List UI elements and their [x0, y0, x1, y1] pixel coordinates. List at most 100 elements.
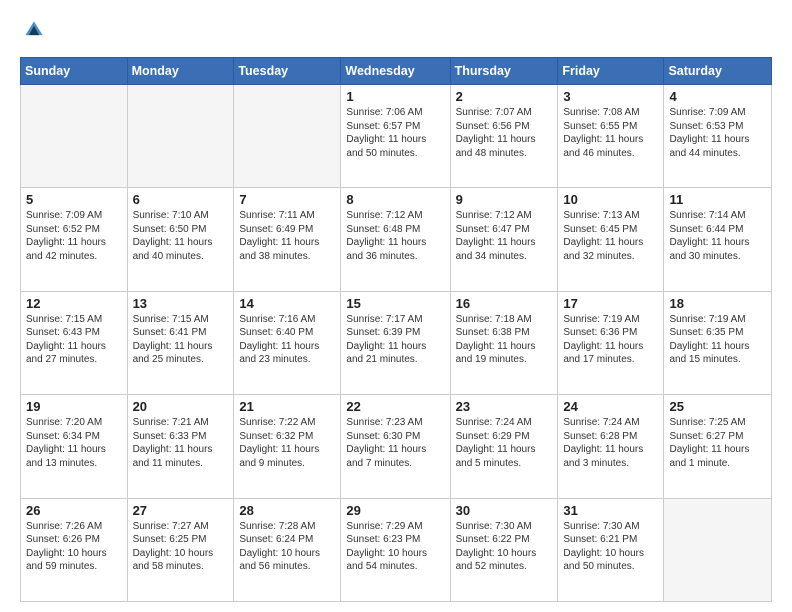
- day-number: 3: [563, 89, 658, 104]
- day-number: 22: [346, 399, 444, 414]
- day-info: Sunrise: 7:16 AM Sunset: 6:40 PM Dayligh…: [239, 313, 335, 367]
- day-info: Sunrise: 7:12 AM Sunset: 6:47 PM Dayligh…: [456, 209, 553, 263]
- day-number: 16: [456, 296, 553, 311]
- day-cell: 23 Sunrise: 7:24 AM Sunset: 6:29 PM Dayli…: [450, 395, 558, 498]
- logo-icon: [22, 18, 46, 42]
- weekday-thursday: Thursday: [450, 58, 558, 85]
- day-number: 20: [133, 399, 229, 414]
- day-info: Sunrise: 7:13 AM Sunset: 6:45 PM Dayligh…: [563, 209, 658, 263]
- day-info: Sunrise: 7:28 AM Sunset: 6:24 PM Dayligh…: [239, 520, 335, 574]
- day-info: Sunrise: 7:09 AM Sunset: 6:53 PM Dayligh…: [669, 106, 766, 160]
- weekday-header-row: SundayMondayTuesdayWednesdayThursdayFrid…: [21, 58, 772, 85]
- day-number: 18: [669, 296, 766, 311]
- day-cell: [127, 85, 234, 188]
- day-info: Sunrise: 7:19 AM Sunset: 6:35 PM Dayligh…: [669, 313, 766, 367]
- day-cell: 22 Sunrise: 7:23 AM Sunset: 6:30 PM Dayli…: [341, 395, 450, 498]
- week-row-3: 19 Sunrise: 7:20 AM Sunset: 6:34 PM Dayli…: [21, 395, 772, 498]
- day-cell: 29Sunrise: 7:29 AM Sunset: 6:23 PM Dayli…: [341, 498, 450, 601]
- day-cell: 7Sunrise: 7:11 AM Sunset: 6:49 PM Daylig…: [234, 188, 341, 291]
- day-number: 13: [133, 296, 229, 311]
- day-info: Sunrise: 7:22 AM Sunset: 6:32 PM Dayligh…: [239, 416, 335, 470]
- day-number: 7: [239, 192, 335, 207]
- day-number: 21: [239, 399, 335, 414]
- day-number: 4: [669, 89, 766, 104]
- day-info: Sunrise: 7:14 AM Sunset: 6:44 PM Dayligh…: [669, 209, 766, 263]
- day-cell: 11 Sunrise: 7:14 AM Sunset: 6:44 PM Dayli…: [664, 188, 772, 291]
- day-cell: 28 Sunrise: 7:28 AM Sunset: 6:24 PM Dayli…: [234, 498, 341, 601]
- day-cell: 6 Sunrise: 7:10 AM Sunset: 6:50 PM Daylig…: [127, 188, 234, 291]
- day-info: Sunrise: 7:20 AM Sunset: 6:34 PM Dayligh…: [26, 416, 122, 470]
- day-cell: 27Sunrise: 7:27 AM Sunset: 6:25 PM Dayli…: [127, 498, 234, 601]
- day-number: 12: [26, 296, 122, 311]
- day-info: Sunrise: 7:23 AM Sunset: 6:30 PM Dayligh…: [346, 416, 444, 470]
- day-number: 17: [563, 296, 658, 311]
- weekday-tuesday: Tuesday: [234, 58, 341, 85]
- day-cell: 3 Sunrise: 7:08 AM Sunset: 6:55 PM Daylig…: [558, 85, 664, 188]
- page: SundayMondayTuesdayWednesdayThursdayFrid…: [0, 0, 792, 612]
- day-info: Sunrise: 7:24 AM Sunset: 6:29 PM Dayligh…: [456, 416, 553, 470]
- weekday-monday: Monday: [127, 58, 234, 85]
- day-number: 1: [346, 89, 444, 104]
- day-number: 9: [456, 192, 553, 207]
- day-number: 26: [26, 503, 122, 518]
- day-number: 19: [26, 399, 122, 414]
- day-cell: 30Sunrise: 7:30 AM Sunset: 6:22 PM Dayli…: [450, 498, 558, 601]
- day-number: 10: [563, 192, 658, 207]
- day-cell: 20 Sunrise: 7:21 AM Sunset: 6:33 PM Dayli…: [127, 395, 234, 498]
- day-number: 14: [239, 296, 335, 311]
- day-info: Sunrise: 7:07 AM Sunset: 6:56 PM Dayligh…: [456, 106, 553, 160]
- day-cell: 5Sunrise: 7:09 AM Sunset: 6:52 PM Daylig…: [21, 188, 128, 291]
- week-row-0: 1 Sunrise: 7:06 AM Sunset: 6:57 PM Daylig…: [21, 85, 772, 188]
- day-info: Sunrise: 7:21 AM Sunset: 6:33 PM Dayligh…: [133, 416, 229, 470]
- day-cell: 15 Sunrise: 7:17 AM Sunset: 6:39 PM Dayli…: [341, 291, 450, 394]
- header: [20, 18, 772, 47]
- day-number: 25: [669, 399, 766, 414]
- weekday-saturday: Saturday: [664, 58, 772, 85]
- day-cell: 25 Sunrise: 7:25 AM Sunset: 6:27 PM Dayli…: [664, 395, 772, 498]
- day-number: 23: [456, 399, 553, 414]
- day-number: 31: [563, 503, 658, 518]
- day-cell: 19 Sunrise: 7:20 AM Sunset: 6:34 PM Dayli…: [21, 395, 128, 498]
- day-cell: 10 Sunrise: 7:13 AM Sunset: 6:45 PM Dayli…: [558, 188, 664, 291]
- day-info: Sunrise: 7:29 AM Sunset: 6:23 PM Dayligh…: [346, 520, 444, 574]
- day-number: 27: [133, 503, 229, 518]
- day-cell: 21 Sunrise: 7:22 AM Sunset: 6:32 PM Dayli…: [234, 395, 341, 498]
- day-cell: 26 Sunrise: 7:26 AM Sunset: 6:26 PM Dayli…: [21, 498, 128, 601]
- weekday-sunday: Sunday: [21, 58, 128, 85]
- day-info: Sunrise: 7:10 AM Sunset: 6:50 PM Dayligh…: [133, 209, 229, 263]
- day-info: Sunrise: 7:26 AM Sunset: 6:26 PM Dayligh…: [26, 520, 122, 574]
- day-cell: 8 Sunrise: 7:12 AM Sunset: 6:48 PM Daylig…: [341, 188, 450, 291]
- day-info: Sunrise: 7:15 AM Sunset: 6:41 PM Dayligh…: [133, 313, 229, 367]
- week-row-4: 26 Sunrise: 7:26 AM Sunset: 6:26 PM Dayli…: [21, 498, 772, 601]
- day-cell: 2Sunrise: 7:07 AM Sunset: 6:56 PM Daylig…: [450, 85, 558, 188]
- day-number: 11: [669, 192, 766, 207]
- day-info: Sunrise: 7:30 AM Sunset: 6:21 PM Dayligh…: [563, 520, 658, 574]
- day-info: Sunrise: 7:08 AM Sunset: 6:55 PM Dayligh…: [563, 106, 658, 160]
- week-row-2: 12Sunrise: 7:15 AM Sunset: 6:43 PM Dayli…: [21, 291, 772, 394]
- logo: [20, 18, 48, 47]
- day-cell: 9 Sunrise: 7:12 AM Sunset: 6:47 PM Daylig…: [450, 188, 558, 291]
- day-number: 28: [239, 503, 335, 518]
- day-info: Sunrise: 7:12 AM Sunset: 6:48 PM Dayligh…: [346, 209, 444, 263]
- day-cell: 12Sunrise: 7:15 AM Sunset: 6:43 PM Dayli…: [21, 291, 128, 394]
- day-info: Sunrise: 7:09 AM Sunset: 6:52 PM Dayligh…: [26, 209, 122, 263]
- weekday-wednesday: Wednesday: [341, 58, 450, 85]
- day-info: Sunrise: 7:25 AM Sunset: 6:27 PM Dayligh…: [669, 416, 766, 470]
- week-row-1: 5Sunrise: 7:09 AM Sunset: 6:52 PM Daylig…: [21, 188, 772, 291]
- day-cell: 31 Sunrise: 7:30 AM Sunset: 6:21 PM Dayli…: [558, 498, 664, 601]
- day-number: 24: [563, 399, 658, 414]
- day-cell: 4 Sunrise: 7:09 AM Sunset: 6:53 PM Daylig…: [664, 85, 772, 188]
- day-cell: 13 Sunrise: 7:15 AM Sunset: 6:41 PM Dayli…: [127, 291, 234, 394]
- day-cell: 17Sunrise: 7:19 AM Sunset: 6:36 PM Dayli…: [558, 291, 664, 394]
- day-cell: 16 Sunrise: 7:18 AM Sunset: 6:38 PM Dayli…: [450, 291, 558, 394]
- day-cell: [234, 85, 341, 188]
- day-cell: 14 Sunrise: 7:16 AM Sunset: 6:40 PM Dayli…: [234, 291, 341, 394]
- day-number: 6: [133, 192, 229, 207]
- day-cell: [21, 85, 128, 188]
- day-number: 15: [346, 296, 444, 311]
- day-info: Sunrise: 7:18 AM Sunset: 6:38 PM Dayligh…: [456, 313, 553, 367]
- day-number: 8: [346, 192, 444, 207]
- day-cell: [664, 498, 772, 601]
- day-info: Sunrise: 7:06 AM Sunset: 6:57 PM Dayligh…: [346, 106, 444, 160]
- day-info: Sunrise: 7:17 AM Sunset: 6:39 PM Dayligh…: [346, 313, 444, 367]
